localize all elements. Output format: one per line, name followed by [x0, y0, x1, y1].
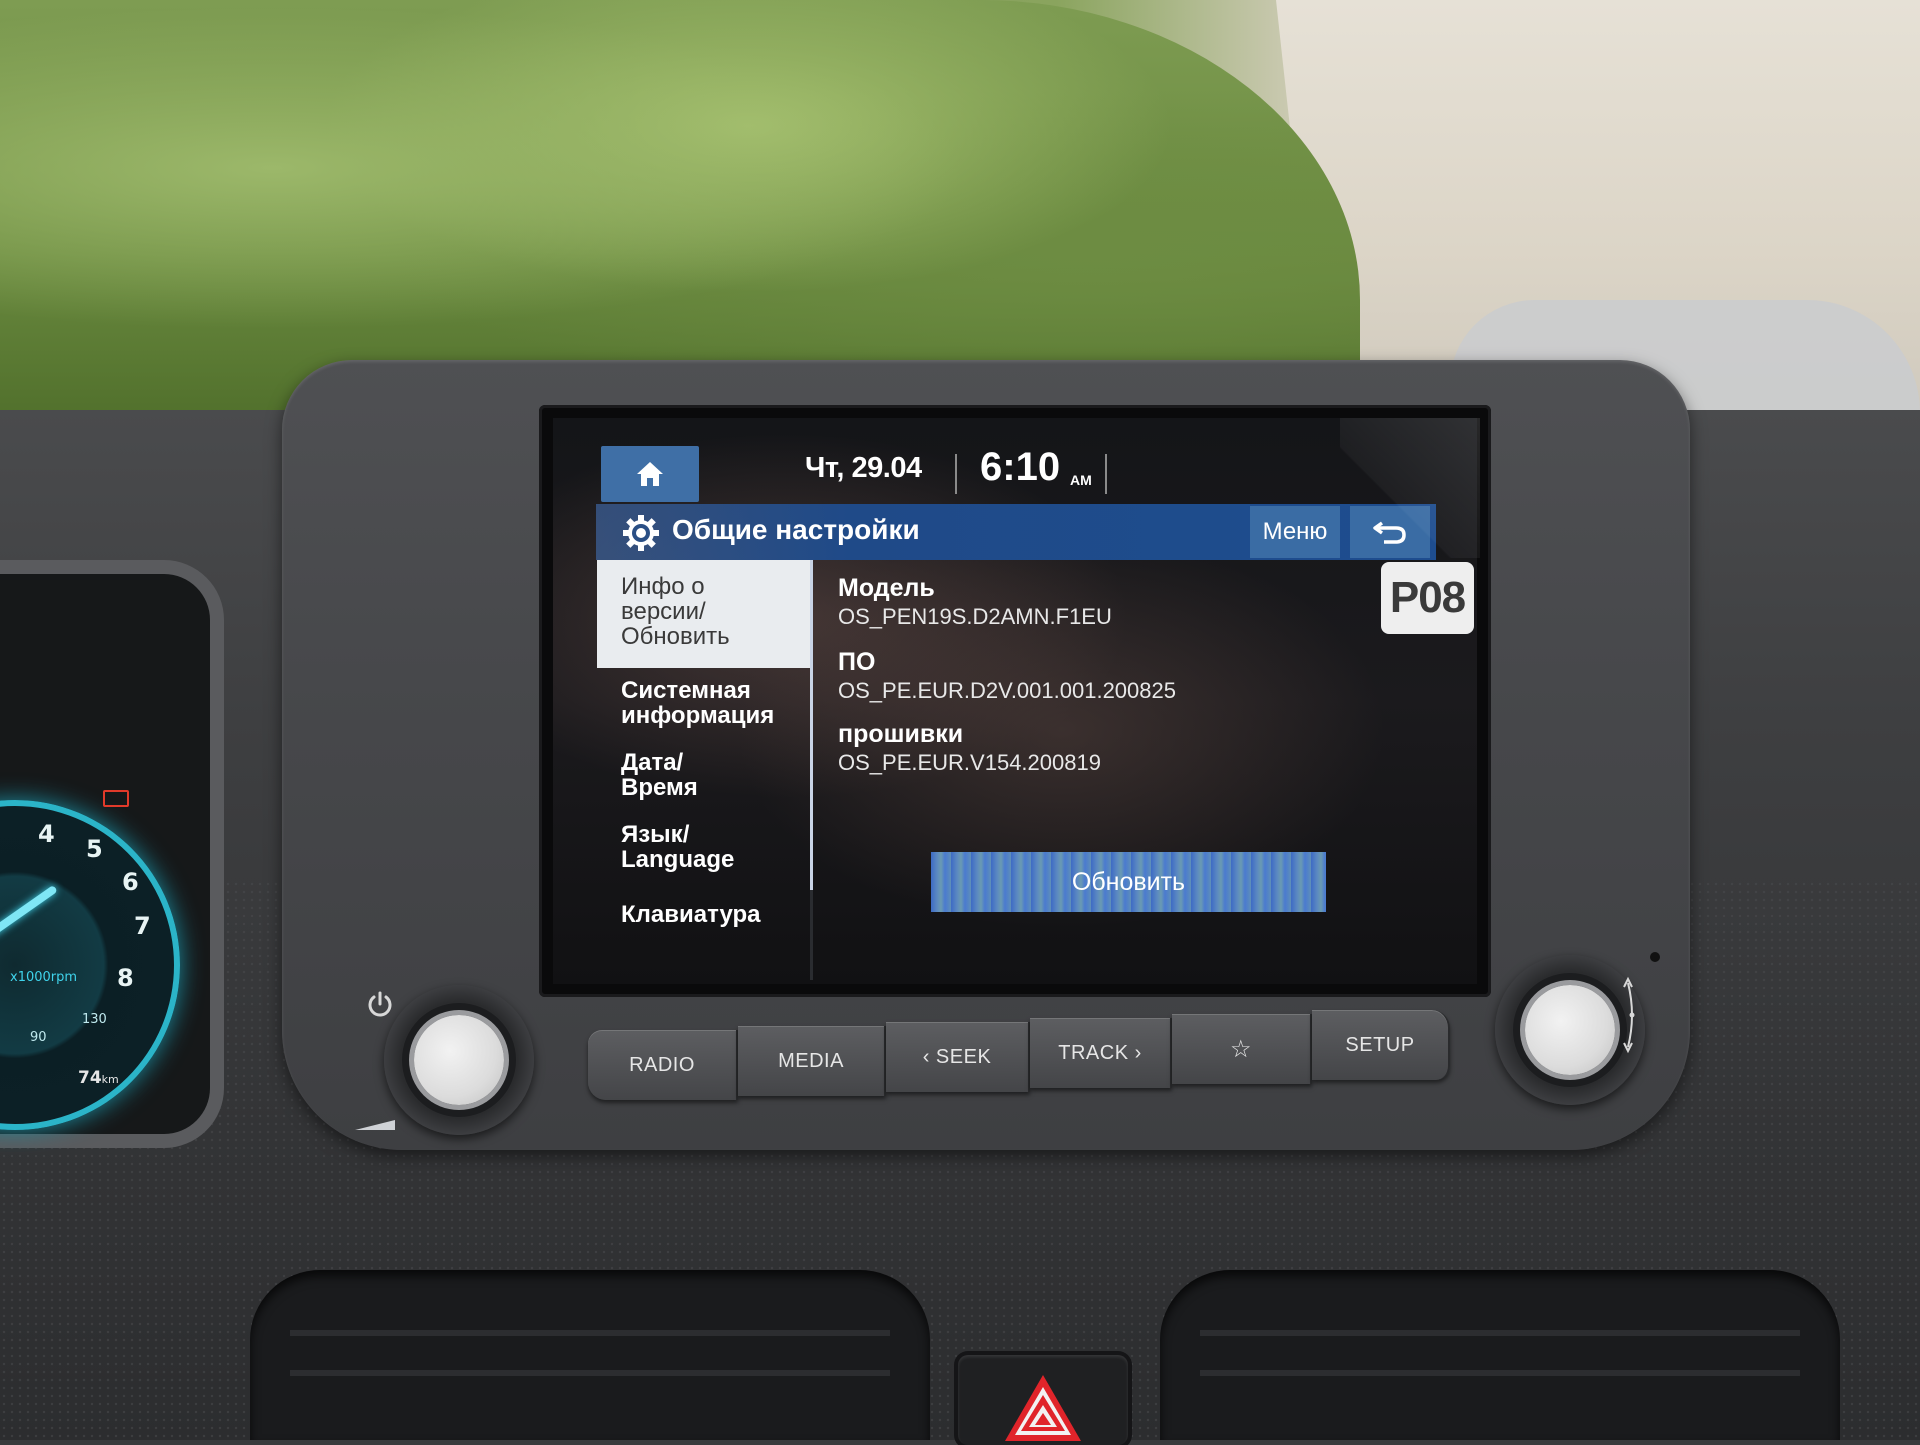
rpm-tick: 5: [86, 835, 103, 863]
microphone-hole: [1650, 952, 1660, 962]
seek-button[interactable]: ‹ SEEK: [886, 1022, 1030, 1092]
rpm-tick: 4: [38, 820, 55, 848]
firmware-value: OS_PE.EUR.V154.200819: [838, 750, 1101, 775]
page-title: Общие настройки: [672, 514, 920, 545]
range-value: 74: [78, 1068, 102, 1088]
software-label: ПО: [838, 648, 876, 676]
sidebar-item-label: Дата/ Время: [621, 749, 698, 801]
hazard-icon: [1005, 1375, 1081, 1441]
sidebar-item-system-info[interactable]: Системная информация: [597, 678, 811, 728]
sidebar-item-keyboard[interactable]: Клавиатура: [597, 902, 811, 927]
menu-button[interactable]: Меню: [1250, 506, 1340, 558]
sidebar-scrollbar-thumb[interactable]: [810, 560, 813, 890]
media-button[interactable]: MEDIA: [738, 1026, 886, 1096]
volume-power-knob[interactable]: [384, 985, 534, 1135]
back-button[interactable]: [1350, 506, 1430, 558]
battery-warning-icon: [103, 790, 129, 807]
vent-slat: [290, 1370, 890, 1376]
track-button[interactable]: TRACK ›: [1030, 1018, 1172, 1088]
sidebar-item-label: Клавиатура: [621, 901, 761, 928]
star-icon: ☆: [1229, 1035, 1252, 1063]
power-icon: [368, 991, 392, 1017]
background-hedge: [0, 0, 1360, 420]
sidebar-item-date-time[interactable]: Дата/ Время: [597, 750, 811, 800]
range-unit: km: [101, 1073, 119, 1086]
setup-button[interactable]: SETUP: [1312, 1010, 1450, 1080]
sidebar-item-label: Язык/ Language: [621, 821, 735, 873]
rpm-tick: 8: [117, 964, 134, 992]
temp-max-label: 130: [82, 1012, 107, 1027]
radio-button[interactable]: RADIO: [588, 1030, 738, 1100]
rpm-tick: 6: [122, 868, 139, 896]
home-icon: [637, 462, 663, 486]
screen-badge: P08: [1381, 562, 1474, 634]
model-value: OS_PEN19S.D2AMN.F1EU: [838, 604, 1112, 629]
range-readout: 74km: [78, 1068, 119, 1088]
sidebar-item-language[interactable]: Язык/ Language: [597, 822, 811, 872]
hazard-button[interactable]: [958, 1355, 1128, 1445]
knob-cap: [414, 1015, 504, 1105]
vent-slat: [1200, 1330, 1800, 1336]
gear-icon: [623, 515, 659, 551]
hardware-button-row: RADIO MEDIA ‹ SEEK TRACK › ☆ SETUP: [588, 1010, 1450, 1102]
sidebar-item-label: Системная информация: [621, 677, 775, 729]
status-time: 6:10: [980, 445, 1061, 489]
status-separator: [1105, 454, 1107, 494]
status-separator: [955, 454, 957, 494]
home-button[interactable]: [601, 446, 699, 502]
tune-arrows-icon: [1623, 976, 1635, 1054]
settings-sidebar: Инфо о версии/ Обновить Системная информ…: [597, 560, 811, 980]
software-value: OS_PE.EUR.D2V.001.001.200825: [838, 678, 1176, 703]
rpm-unit-label: x1000rpm: [10, 970, 78, 985]
vent-slat: [1200, 1370, 1800, 1376]
temp-label: 90: [30, 1030, 47, 1045]
sidebar-item-version-info[interactable]: Инфо о версии/ Обновить: [597, 560, 811, 668]
sidebar-item-label: Инфо о версии/ Обновить: [621, 573, 730, 650]
back-arrow-icon: [1373, 521, 1406, 544]
air-vent-right: [1160, 1270, 1840, 1440]
status-date: Чт, 29.04: [805, 452, 922, 484]
vent-slat: [290, 1330, 890, 1336]
firmware-label: прошивки: [838, 720, 964, 748]
status-ampm: AM: [1070, 472, 1092, 488]
rpm-tick: 7: [134, 912, 151, 940]
model-label: Модель: [838, 574, 935, 602]
air-vent-left: [250, 1270, 930, 1440]
update-button[interactable]: Обновить: [931, 852, 1326, 912]
favorite-button[interactable]: ☆: [1172, 1014, 1312, 1084]
knob-cap: [1525, 985, 1615, 1075]
